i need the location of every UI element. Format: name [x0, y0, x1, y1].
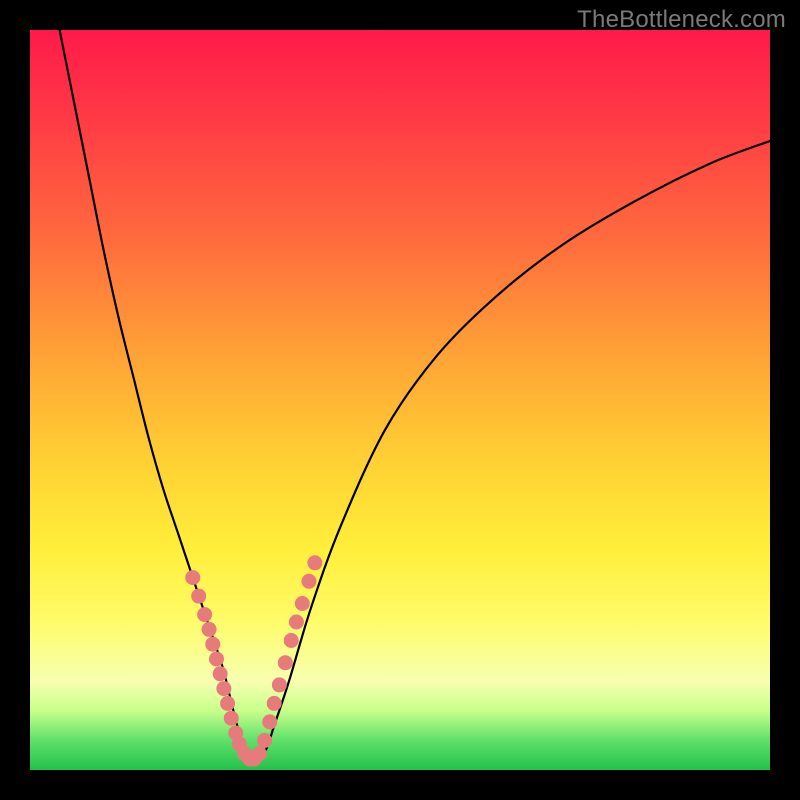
marker-dot	[272, 677, 287, 692]
marker-dot	[191, 589, 206, 604]
marker-dot	[220, 696, 235, 711]
marker-dot	[262, 714, 277, 729]
marker-dot	[213, 666, 228, 681]
marker-dot	[267, 696, 282, 711]
marker-dot	[205, 637, 220, 652]
marker-dot	[209, 652, 224, 667]
marker-dot	[202, 622, 217, 637]
plot-area	[30, 30, 770, 770]
chart-frame: TheBottleneck.com	[0, 0, 800, 800]
marker-dot	[216, 681, 231, 696]
marker-dot	[295, 596, 310, 611]
marker-dot	[301, 574, 316, 589]
curve-layer	[30, 30, 770, 770]
marker-dot	[284, 633, 299, 648]
marker-dots	[185, 555, 322, 766]
marker-dot	[185, 570, 200, 585]
marker-dot	[278, 655, 293, 670]
marker-dot	[197, 607, 212, 622]
marker-dot	[289, 615, 304, 630]
marker-dot	[224, 711, 239, 726]
bottleneck-curve	[60, 30, 770, 760]
marker-dot	[257, 733, 272, 748]
marker-dot	[307, 555, 322, 570]
marker-dot	[252, 746, 267, 761]
